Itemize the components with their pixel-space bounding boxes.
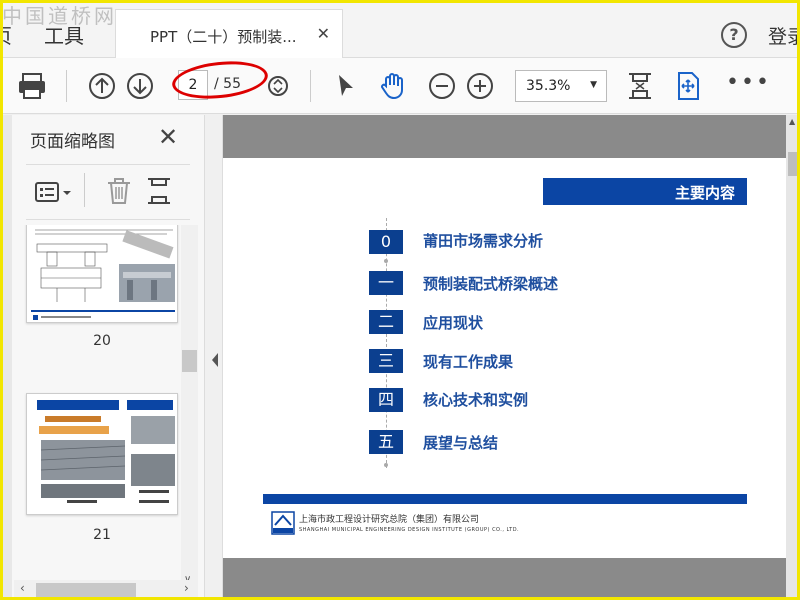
thumbnail-page-number: 21 bbox=[93, 527, 111, 543]
panel-tools bbox=[26, 167, 196, 219]
login-link[interactable]: 登录 bbox=[768, 22, 800, 49]
delete-icon[interactable] bbox=[104, 175, 134, 207]
timeline-dot bbox=[384, 259, 388, 263]
toc-item: 核心技术和实例 bbox=[423, 391, 529, 409]
document-page: 主要内容 0 莆田市场需求分析 一 预制装配式桥梁概述 二 应用现状 三 现有工… bbox=[223, 158, 786, 558]
toc-number: 0 bbox=[369, 230, 403, 254]
zoom-select[interactable]: 35.3% ▼ bbox=[515, 70, 607, 102]
company-name: 上海市政工程设计研究总院（集团）有限公司 bbox=[299, 515, 480, 525]
chevron-up-icon[interactable]: ▲ bbox=[789, 117, 795, 126]
full-screen-icon[interactable] bbox=[672, 70, 704, 102]
toc-number: 二 bbox=[369, 310, 403, 334]
company-name-english: SHANGHAI MUNICIPAL ENGINEERING DESIGN IN… bbox=[299, 527, 520, 533]
chevron-right-icon[interactable]: › bbox=[184, 581, 189, 595]
hand-tool-icon[interactable] bbox=[378, 70, 410, 102]
tab-document[interactable]: PPT（二十）预制装... ✕ bbox=[115, 9, 343, 59]
toolbar-divider bbox=[310, 70, 311, 102]
collapse-arrow-icon bbox=[212, 353, 218, 367]
toc-item: 展望与总结 bbox=[423, 434, 499, 452]
toolbar-divider bbox=[66, 70, 67, 102]
toc-number: 三 bbox=[369, 349, 403, 373]
divider bbox=[26, 164, 190, 165]
thumbnail-horizontal-scrollbar[interactable]: ‹ › bbox=[14, 580, 198, 600]
toolbar: 2 / 55 35.3% ▼ ••• bbox=[0, 58, 800, 114]
tab-label: PPT（二十）预制装... bbox=[150, 28, 297, 46]
scrollbar-thumb[interactable] bbox=[788, 152, 798, 176]
divider bbox=[26, 219, 190, 220]
zoom-value: 35.3% bbox=[526, 78, 571, 94]
document-viewer: 主要内容 0 莆田市场需求分析 一 预制装配式桥梁概述 二 应用现状 三 现有工… bbox=[223, 115, 800, 600]
thumbnail-options-icon[interactable] bbox=[34, 179, 72, 207]
thumbnail-list: 20 21 bbox=[12, 225, 198, 580]
zoom-out-icon[interactable] bbox=[426, 70, 458, 102]
toc-number: 五 bbox=[369, 430, 403, 454]
page-stepper-icon[interactable] bbox=[264, 70, 296, 102]
chevron-left-icon[interactable]: ‹ bbox=[20, 581, 25, 595]
company-logo bbox=[271, 511, 295, 535]
watermark-text: 中国道桥网 bbox=[2, 4, 117, 28]
chevron-down-icon: ▼ bbox=[590, 80, 597, 90]
print-icon[interactable] bbox=[16, 70, 48, 102]
panel-title: 页面缩略图 bbox=[30, 132, 115, 152]
toc-item: 莆田市场需求分析 bbox=[423, 232, 544, 250]
toc-item: 应用现状 bbox=[423, 314, 484, 332]
scrollbar-thumb[interactable] bbox=[36, 583, 136, 597]
toc-number: 一 bbox=[369, 271, 403, 295]
page-layout-icon[interactable] bbox=[144, 175, 174, 207]
page-thumbnail-20[interactable] bbox=[26, 225, 178, 323]
zoom-in-icon[interactable] bbox=[464, 70, 496, 102]
toc-item: 现有工作成果 bbox=[423, 353, 514, 371]
footer-bar bbox=[263, 494, 747, 504]
next-page-icon[interactable] bbox=[124, 70, 156, 102]
help-icon[interactable]: ? bbox=[721, 22, 747, 48]
close-icon[interactable]: ✕ bbox=[317, 24, 330, 43]
fit-page-icon[interactable] bbox=[624, 70, 656, 102]
previous-page-icon[interactable] bbox=[86, 70, 118, 102]
document-scrollbar[interactable]: ▲ bbox=[786, 115, 800, 600]
more-options-icon[interactable]: ••• bbox=[726, 70, 771, 95]
close-icon[interactable]: ✕ bbox=[158, 123, 178, 151]
toc-item: 预制装配式桥梁概述 bbox=[423, 275, 559, 293]
panel-edge bbox=[0, 115, 12, 600]
thumbnail-scrollbar[interactable]: ∨ bbox=[181, 225, 198, 585]
timeline-dot bbox=[384, 463, 388, 467]
thumbnail-page-number: 20 bbox=[93, 333, 111, 349]
thumbnail-panel: 页面缩略图 ✕ 20 21 ‹ › bbox=[0, 115, 205, 600]
scrollbar-thumb[interactable] bbox=[182, 350, 197, 372]
panel-collapse-handle[interactable] bbox=[205, 115, 223, 600]
divider bbox=[84, 173, 85, 207]
select-cursor-icon[interactable] bbox=[330, 70, 362, 102]
slide-title: 主要内容 bbox=[543, 178, 747, 205]
top-bar: 页 工具 PPT（二十）预制装... ✕ ? 登录 bbox=[0, 0, 800, 59]
toc-number: 四 bbox=[369, 388, 403, 412]
page-thumbnail-21[interactable] bbox=[26, 393, 178, 515]
